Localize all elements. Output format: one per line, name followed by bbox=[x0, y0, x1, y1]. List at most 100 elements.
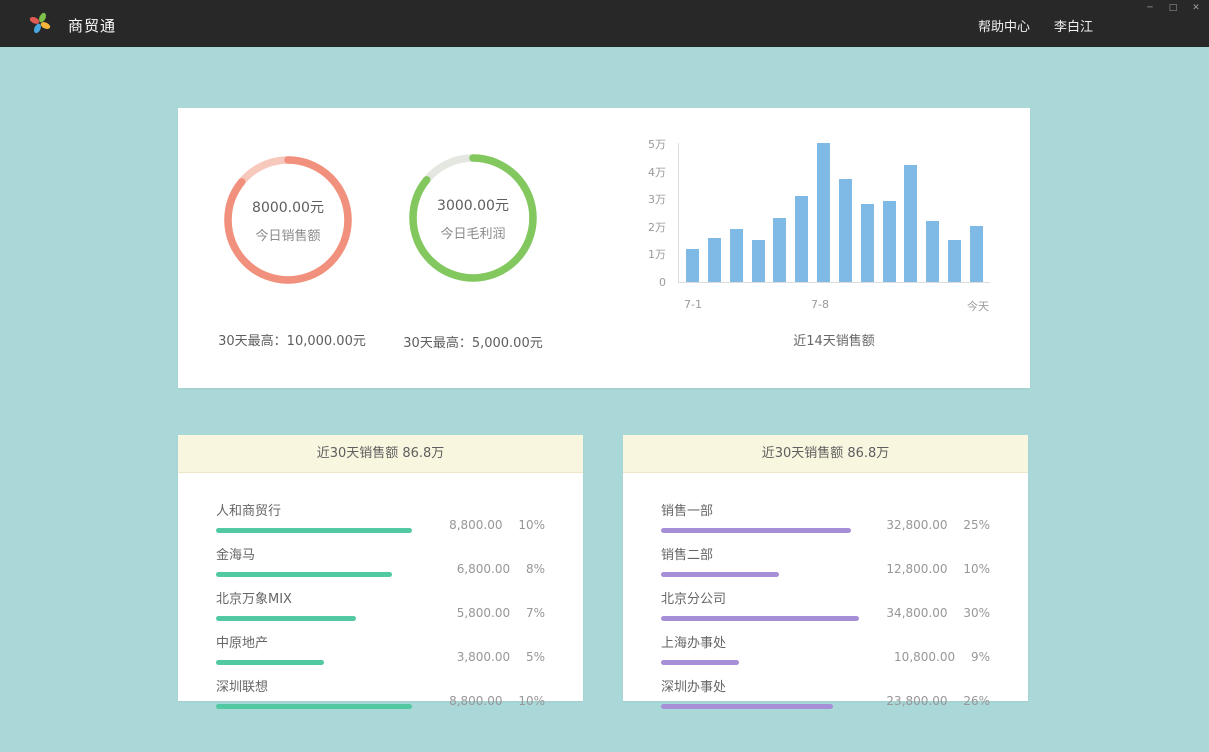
close-icon[interactable]: ✕ bbox=[1190, 2, 1202, 14]
rank-item-value: 10,800.00 bbox=[894, 650, 955, 664]
rank-item-name: 上海办事处 bbox=[661, 632, 870, 651]
progress-bar bbox=[216, 528, 412, 533]
progress-bar bbox=[216, 704, 412, 709]
department-sales-rank-card: 近30天销售额 86.8万 销售一部 32,800.00 25% 销售二部 bbox=[623, 435, 1028, 701]
bar bbox=[708, 238, 721, 282]
rank-row: 人和商贸行 8,800.00 10% bbox=[216, 500, 545, 533]
progress-bar bbox=[216, 660, 324, 665]
bar bbox=[883, 201, 896, 282]
app-window: 商贸通 ─ □ ✕ 帮助中心 李白江 8000.00元 今日销售额 30天最高：… bbox=[0, 0, 1209, 752]
progress-bar bbox=[661, 704, 833, 709]
today-profit-value: 3000.00元 bbox=[437, 195, 509, 215]
today-sales-donut: 8000.00元 今日销售额 bbox=[220, 152, 356, 288]
rank-row: 深圳联想 8,800.00 10% bbox=[216, 676, 545, 709]
rank-item-value: 8,800.00 bbox=[449, 694, 502, 708]
bar bbox=[926, 221, 939, 282]
minimize-icon[interactable]: ─ bbox=[1144, 2, 1156, 14]
bar bbox=[686, 249, 699, 282]
y-tick: 4万 bbox=[631, 166, 666, 179]
profit-30day-max: 30天最高：5,000.00元 bbox=[373, 332, 573, 351]
rank-item-name: 人和商贸行 bbox=[216, 500, 425, 519]
bar bbox=[904, 165, 917, 282]
today-sales-value: 8000.00元 bbox=[252, 197, 324, 217]
y-tick: 3万 bbox=[631, 193, 666, 206]
today-profit-donut: 3000.00元 今日毛利润 bbox=[405, 150, 541, 286]
bar bbox=[773, 218, 786, 282]
bar bbox=[730, 229, 743, 282]
rank-item-pct: 26% bbox=[963, 694, 990, 708]
rank-item-pct: 10% bbox=[518, 518, 545, 532]
y-tick: 5万 bbox=[631, 138, 666, 151]
rank-item-pct: 5% bbox=[526, 650, 545, 664]
y-tick: 1万 bbox=[631, 248, 666, 261]
rank-item-pct: 25% bbox=[963, 518, 990, 532]
app-title: 商贸通 bbox=[68, 15, 116, 36]
rank-item-name: 销售一部 bbox=[661, 500, 870, 519]
rank-item-value: 8,800.00 bbox=[449, 518, 502, 532]
x-tick: 7-8 bbox=[800, 298, 840, 311]
rank-item-value: 32,800.00 bbox=[886, 518, 947, 532]
bar bbox=[970, 226, 983, 282]
rank-item-pct: 8% bbox=[526, 562, 545, 576]
rank-item-name: 中原地产 bbox=[216, 632, 425, 651]
rank-card-title: 近30天销售额 86.8万 bbox=[623, 435, 1028, 473]
rank-row: 上海办事处 10,800.00 9% bbox=[661, 632, 990, 665]
today-sales-label: 今日销售额 bbox=[255, 225, 320, 244]
rank-list: 人和商贸行 8,800.00 10% 金海马 6,800.00 8% bbox=[178, 473, 583, 709]
progress-bar bbox=[661, 616, 859, 621]
progress-bar bbox=[661, 572, 779, 577]
rank-item-pct: 9% bbox=[971, 650, 990, 664]
x-tick: 7-1 bbox=[673, 298, 713, 311]
rank-item-pct: 7% bbox=[526, 606, 545, 620]
bar bbox=[839, 179, 852, 282]
progress-bar bbox=[216, 572, 392, 577]
bar bbox=[752, 240, 765, 282]
rank-item-pct: 10% bbox=[518, 694, 545, 708]
bar bbox=[861, 204, 874, 282]
rank-item-value: 12,800.00 bbox=[886, 562, 947, 576]
progress-bar bbox=[216, 616, 356, 621]
bar bbox=[817, 143, 830, 282]
rank-item-pct: 30% bbox=[963, 606, 990, 620]
bar-chart-title: 近14天销售额 bbox=[678, 330, 990, 349]
rank-row: 中原地产 3,800.00 5% bbox=[216, 632, 545, 665]
rank-list: 销售一部 32,800.00 25% 销售二部 12,800.00 10% bbox=[623, 473, 1028, 709]
rank-item-name: 深圳办事处 bbox=[661, 676, 870, 695]
rank-item-pct: 10% bbox=[963, 562, 990, 576]
rank-item-name: 北京分公司 bbox=[661, 588, 870, 607]
y-tick: 2万 bbox=[631, 221, 666, 234]
rank-item-value: 34,800.00 bbox=[886, 606, 947, 620]
rank-row: 销售一部 32,800.00 25% bbox=[661, 500, 990, 533]
rank-item-value: 3,800.00 bbox=[457, 650, 510, 664]
rank-item-name: 北京万象MIX bbox=[216, 588, 425, 607]
rank-card-title: 近30天销售额 86.8万 bbox=[178, 435, 583, 473]
username-link[interactable]: 李白江 bbox=[1054, 16, 1093, 35]
rank-item-name: 金海马 bbox=[216, 544, 425, 563]
rank-row: 销售二部 12,800.00 10% bbox=[661, 544, 990, 577]
customer-sales-rank-card: 近30天销售额 86.8万 人和商贸行 8,800.00 10% 金海马 bbox=[178, 435, 583, 701]
bar-chart-bars bbox=[678, 143, 990, 283]
rank-row: 金海马 6,800.00 8% bbox=[216, 544, 545, 577]
rank-item-value: 23,800.00 bbox=[886, 694, 947, 708]
maximize-icon[interactable]: □ bbox=[1167, 2, 1179, 14]
progress-bar bbox=[661, 660, 739, 665]
x-tick: 今天 bbox=[958, 298, 998, 314]
window-controls: ─ □ ✕ bbox=[1144, 2, 1202, 14]
today-profit-label: 今日毛利润 bbox=[440, 223, 505, 242]
y-tick: 0 bbox=[631, 276, 666, 289]
progress-bar bbox=[661, 528, 851, 533]
rank-item-value: 6,800.00 bbox=[457, 562, 510, 576]
rank-row: 北京万象MIX 5,800.00 7% bbox=[216, 588, 545, 621]
rank-item-name: 深圳联想 bbox=[216, 676, 425, 695]
rank-item-name: 销售二部 bbox=[661, 544, 870, 563]
titlebar: 商贸通 ─ □ ✕ 帮助中心 李白江 bbox=[0, 0, 1209, 47]
overview-card: 8000.00元 今日销售额 30天最高：10,000.00元 3000.00元… bbox=[178, 108, 1030, 388]
bar bbox=[795, 196, 808, 282]
titlebar-right-group: 帮助中心 李白江 bbox=[978, 16, 1093, 35]
help-center-link[interactable]: 帮助中心 bbox=[978, 16, 1030, 35]
rank-row: 北京分公司 34,800.00 30% bbox=[661, 588, 990, 621]
bar bbox=[948, 240, 961, 282]
app-logo-pinwheel-icon bbox=[29, 12, 51, 34]
rank-item-value: 5,800.00 bbox=[457, 606, 510, 620]
sales-30day-max: 30天最高：10,000.00元 bbox=[192, 330, 392, 349]
